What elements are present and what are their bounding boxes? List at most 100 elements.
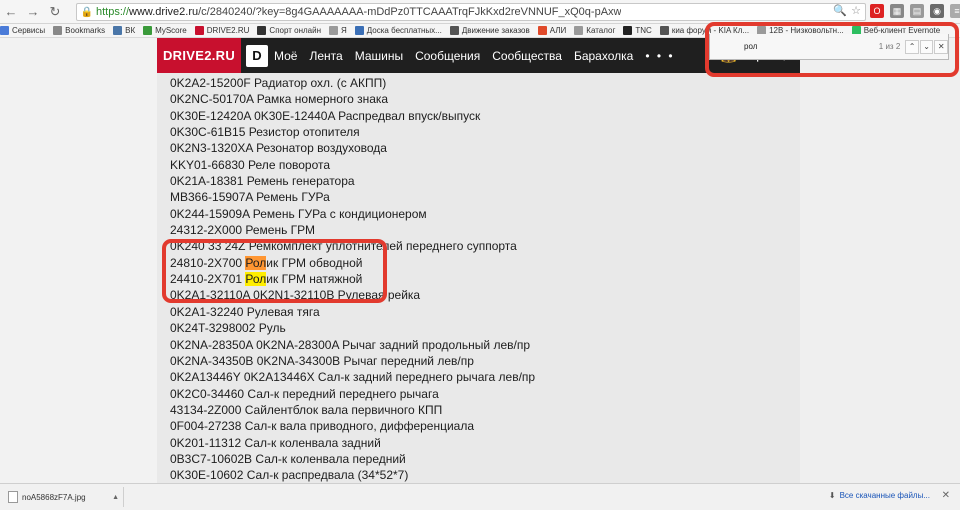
- back-arrow-icon: ←: [4, 4, 18, 19]
- menu-item-messages[interactable]: Сообщения: [415, 49, 480, 63]
- part-text: 0K24T-3298002 Руль: [170, 321, 286, 336]
- site-logo[interactable]: DRIVE2.RU: [157, 38, 241, 73]
- bookmark-item[interactable]: Bookmarks: [53, 26, 105, 35]
- right-panel: [800, 38, 960, 483]
- part-text: 0K2A13446Y 0K2A13446X Сал-к задний перед…: [170, 370, 536, 385]
- myscore-icon: [143, 26, 153, 35]
- vk-icon: [113, 26, 123, 35]
- bookmark-item[interactable]: Я: [329, 26, 347, 35]
- browser-toolbar: ← → ↻ 🔒 https:// www.drive2.ru/c/2840240…: [0, 0, 960, 24]
- url-scheme: https://: [96, 6, 130, 18]
- part-text: 0K30C-61B15 Резистор отопителя: [170, 125, 360, 140]
- bookmark-item[interactable]: Сервисы: [0, 26, 45, 35]
- apps-icon: [0, 26, 9, 35]
- bookmark-label: Bookmarks: [65, 26, 106, 35]
- logo-d-icon[interactable]: D: [246, 44, 268, 67]
- list-item: 43134-2Z000 Сайлентблок вала первичного …: [170, 402, 535, 418]
- menu-item-feed[interactable]: Лента: [309, 49, 342, 63]
- annotation-box-results: [162, 239, 387, 303]
- bookmark-item[interactable]: Доска бесплатных...: [354, 26, 442, 35]
- list-item: MB366-15907A Ремень ГУРа: [170, 189, 535, 205]
- close-icon[interactable]: ✕: [942, 490, 950, 501]
- download-icon: ⬇: [828, 491, 836, 500]
- site-menu: Моё Лента Машины Сообщения Сообщества Ба…: [274, 49, 675, 63]
- star-icon: [53, 26, 63, 35]
- download-shelf: noA5868zF7A.jpg ▲ ⬇ Все скачанные файлы.…: [0, 483, 960, 510]
- drive2-icon: [194, 26, 204, 35]
- menu-item-communities[interactable]: Сообщества: [492, 49, 562, 63]
- opera-extension-icon[interactable]: O: [870, 4, 884, 18]
- bookmark-star-icon[interactable]: ☆: [851, 4, 861, 17]
- part-text: 0B3C7-10602B Сал-к коленвала передний: [170, 451, 406, 466]
- bookmark-item[interactable]: DRIVE2.RU: [194, 26, 250, 35]
- page-icon: [574, 26, 584, 35]
- part-text: 0K244-15909A Ремень ГУРа с кондиционером: [170, 206, 427, 221]
- list-item: 0K30E-12420A 0K30E-12440A Распредвал впу…: [170, 108, 535, 124]
- zoom-icon[interactable]: 🔍: [833, 4, 847, 17]
- bookmark-label: Сервисы: [12, 26, 46, 35]
- download-item[interactable]: noA5868zF7A.jpg ▲: [4, 487, 124, 507]
- bookmark-label: DRIVE2.RU: [206, 26, 250, 35]
- part-text: 0K2NA-34350B 0K2NA-34300B Рычаг передний…: [170, 353, 474, 368]
- part-text: 0F004-27238 Сал-к вала приводного, диффе…: [170, 419, 475, 434]
- show-all-downloads-link[interactable]: ⬇ Все скачанные файлы...: [829, 491, 930, 500]
- menu-item-market[interactable]: Барахолка: [574, 49, 633, 63]
- part-text: 0K30E-10602 Сал-к распредвала (34*52*7): [170, 468, 409, 483]
- bookmark-label: Спорт онлайн: [269, 26, 322, 35]
- lock-icon: 🔒: [80, 6, 94, 18]
- back-button[interactable]: ←: [0, 2, 22, 22]
- list-item: 0K2N3-1320XA Резонатор воздуховода: [170, 140, 535, 156]
- ali-icon: [537, 26, 547, 35]
- list-item: 0K2A13446Y 0K2A13446X Сал-к задний перед…: [170, 369, 535, 385]
- page-viewport: DRIVE2.RU D Моё Лента Машины Сообщения С…: [0, 38, 960, 483]
- list-item: 0K2C0-34460 Сал-к передний переднего рыч…: [170, 386, 535, 402]
- bookmark-label: Каталог: [586, 26, 616, 35]
- bookmark-label: TNC: [635, 26, 652, 35]
- extension-icon[interactable]: ▤: [910, 4, 924, 18]
- url-host: www.drive2.ru: [129, 6, 199, 18]
- reload-icon: ↻: [49, 3, 61, 19]
- bookmark-item[interactable]: Спорт онлайн: [257, 26, 321, 35]
- list-item: 0K2A2-15200F Радиатор охл. (с АКПП): [170, 75, 535, 91]
- forward-arrow-icon: →: [26, 4, 40, 19]
- part-text: KKY01-66830 Реле поворота: [170, 157, 331, 172]
- menu-item-cars[interactable]: Машины: [355, 49, 403, 63]
- list-item: 0K2NC-50170A Рамка номерного знака: [170, 91, 535, 107]
- bookmark-item[interactable]: TNC: [623, 26, 652, 35]
- bookmark-label: MyScore: [155, 26, 187, 35]
- list-item: 0K244-15909A Ремень ГУРа с кондиционером: [170, 206, 535, 222]
- menu-icon[interactable]: ≡: [950, 4, 960, 18]
- url-text: www.drive2.ru/c/2840240/?key=8g4GAAAAAAA…: [129, 6, 621, 18]
- address-bar[interactable]: 🔒 https:// www.drive2.ru/c/2840240/?key=…: [76, 3, 866, 21]
- part-text: 0K2C0-34460 Сал-к передний переднего рыч…: [170, 386, 439, 401]
- reload-button[interactable]: ↻: [44, 2, 66, 22]
- list-item: 24312-2X000 Ремень ГРМ: [170, 222, 535, 238]
- bookmark-label: АЛИ: [549, 26, 567, 35]
- chevron-up-icon[interactable]: ▲: [112, 494, 119, 501]
- part-text: MB366-15907A Ремень ГУРа: [170, 190, 330, 205]
- list-item: 0K21A-18381 Ремень генератора: [170, 173, 535, 189]
- forward-button[interactable]: →: [22, 2, 44, 22]
- bookmark-label: Движение заказов: [461, 26, 530, 35]
- list-item: 0F004-27238 Сал-к вала приводного, диффе…: [170, 418, 535, 434]
- car-icon: [659, 26, 669, 35]
- list-item: 0K30E-10602 Сал-к распредвала (34*52*7): [170, 467, 535, 483]
- part-text: 0K2NA-28350A 0K2NA-28300A Рычаг задний п…: [170, 337, 531, 352]
- bookmark-item[interactable]: ВК: [113, 26, 135, 35]
- bookmark-item[interactable]: АЛИ: [537, 26, 567, 35]
- extension-icon[interactable]: ▦: [890, 4, 904, 18]
- list-item: 0K2NA-28350A 0K2NA-28300A Рычаг задний п…: [170, 337, 535, 353]
- url-path: /c/2840240/?key=8g4GAAAAAAA-mDdPz0TTCAAA…: [198, 6, 622, 18]
- menu-item-my[interactable]: Моё: [274, 49, 297, 63]
- more-menu-icon[interactable]: • • •: [645, 49, 674, 63]
- download-filename: noA5868zF7A.jpg: [22, 492, 86, 502]
- annotation-box-findbar: [705, 22, 959, 77]
- part-text: 43134-2Z000 Сайлентблок вала первичного …: [170, 402, 443, 417]
- extension-icon[interactable]: ◉: [930, 4, 944, 18]
- bookmark-item[interactable]: MyScore: [143, 26, 187, 35]
- part-text: 0K2A1-32240 Рулевая тяга: [170, 304, 320, 319]
- list-item: 0K2NA-34350B 0K2NA-34300B Рычаг передний…: [170, 353, 535, 369]
- file-icon: [8, 491, 18, 503]
- bookmark-item[interactable]: Каталог: [574, 26, 615, 35]
- bookmark-item[interactable]: Движение заказов: [449, 26, 530, 35]
